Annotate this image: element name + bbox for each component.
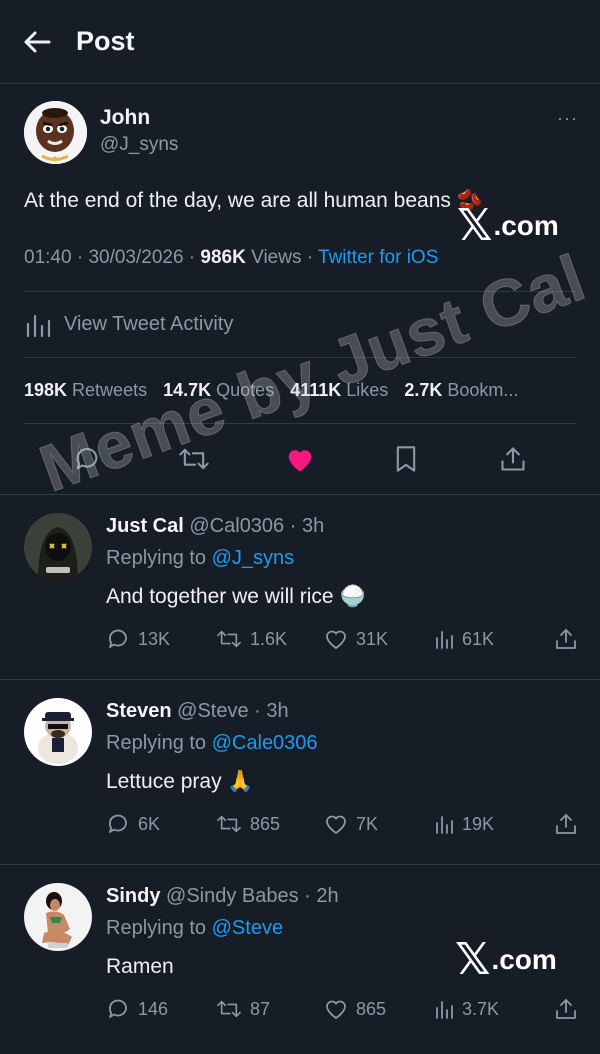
avatar[interactable]	[24, 698, 92, 766]
retweet-icon	[217, 815, 241, 833]
x-logo-icon: 𝕏	[457, 200, 493, 251]
avatar[interactable]	[24, 513, 92, 581]
comment-icon	[109, 999, 127, 1018]
replying-to: Replying to @Cale0306	[106, 732, 318, 754]
like-button[interactable]	[280, 439, 320, 479]
heart-filled-icon	[288, 450, 312, 472]
reply-button[interactable]: 146	[106, 997, 216, 1021]
reply-author-name[interactable]: Sindy	[106, 885, 160, 907]
bar-chart-icon	[436, 631, 453, 649]
reply-action-bar: 146 87 865 3.7K	[106, 997, 578, 1021]
reply-time: 2h	[316, 885, 339, 907]
reply-button[interactable]	[67, 439, 107, 479]
reply-time: 3h	[266, 700, 289, 722]
share-icon	[556, 999, 576, 1019]
share-icon	[501, 447, 525, 471]
replying-to: Replying to @J_syns	[106, 547, 295, 569]
views-count: 986K	[200, 247, 246, 268]
hooded-figure-avatar-icon	[24, 513, 92, 581]
post-action-bar	[24, 424, 576, 494]
comment-icon	[109, 629, 127, 648]
cartoon-bear-avatar-icon	[24, 698, 92, 766]
view-activity-button[interactable]: View Tweet Activity	[24, 292, 576, 358]
reply-text: Lettuce pray 🙏	[106, 770, 254, 793]
share-button[interactable]	[554, 627, 578, 651]
like-button[interactable]: 31K	[324, 628, 434, 650]
share-icon	[556, 814, 576, 834]
retweet-button[interactable]: 865	[216, 813, 324, 835]
share-icon	[556, 629, 576, 649]
comment-icon	[76, 448, 98, 470]
x-logo-icon: 𝕏	[455, 934, 491, 985]
heart-icon	[326, 630, 346, 650]
avatar[interactable]	[24, 100, 87, 164]
heart-icon	[326, 815, 346, 835]
share-button[interactable]	[554, 812, 578, 836]
like-button[interactable]: 7K	[324, 813, 434, 835]
main-post: John @J_syns ··· 𝕏 .com At the end of th…	[0, 84, 600, 494]
back-button[interactable]	[22, 27, 52, 57]
top-bar: Post	[0, 0, 600, 84]
views-button[interactable]: 19K	[434, 814, 552, 835]
reply-author-handle[interactable]: @Sindy Babes	[166, 885, 299, 907]
heart-icon	[326, 1000, 346, 1020]
bar-chart-icon	[436, 816, 453, 834]
stats-row: 198K Retweets 14.7K Quotes 4111K Likes 2…	[24, 358, 576, 424]
retweet-button[interactable]	[174, 439, 214, 479]
post-time: 01:40	[24, 247, 72, 268]
replying-to-link[interactable]: @J_syns	[212, 547, 295, 569]
reply-author-handle[interactable]: @Steve	[177, 700, 248, 722]
comment-icon	[109, 814, 127, 833]
client-link[interactable]: Twitter for iOS	[318, 247, 438, 268]
activity-label: View Tweet Activity	[64, 313, 234, 335]
bookmark-button[interactable]	[386, 439, 426, 479]
retweets-stat[interactable]: 198K Retweets	[24, 380, 147, 401]
reply-action-bar: 13K 1.6K 31K 61K	[106, 627, 578, 651]
x-com-logo: 𝕏 .com	[457, 204, 559, 248]
reply-item[interactable]: Just Cal @Cal0306 · 3h Replying to @J_sy…	[0, 495, 600, 680]
author-name[interactable]: John	[100, 105, 178, 131]
retweet-button[interactable]: 1.6K	[216, 628, 324, 650]
bookmark-icon	[397, 446, 416, 472]
likes-stat[interactable]: 4111K Likes	[290, 380, 388, 401]
reply-author-name[interactable]: Steven	[106, 700, 172, 722]
x-com-logo: 𝕏 .com	[455, 938, 557, 982]
reply-author-handle[interactable]: @Cal0306	[189, 515, 284, 537]
views-button[interactable]: 61K	[434, 629, 552, 650]
bar-chart-icon	[436, 1001, 453, 1019]
reply-button[interactable]: 13K	[106, 627, 216, 651]
retweet-button[interactable]: 87	[216, 998, 324, 1020]
views-label: Views	[251, 247, 302, 268]
author-handle[interactable]: @J_syns	[100, 131, 178, 159]
person-photo-avatar-icon	[24, 883, 92, 951]
like-button[interactable]: 865	[324, 998, 434, 1020]
share-button[interactable]	[493, 439, 533, 479]
post-meta: 01:40 · 30/03/2026 · 986K Views · Twitte…	[24, 244, 576, 292]
retweet-icon	[217, 630, 241, 648]
more-options-icon[interactable]: ···	[557, 108, 578, 129]
dotcom-text: .com	[493, 210, 559, 241]
reply-item[interactable]: Steven @Steve · 3h Replying to @Cale0306…	[0, 680, 600, 865]
share-button[interactable]	[554, 997, 578, 1021]
quotes-stat[interactable]: 14.7K Quotes	[163, 380, 274, 401]
bookmarks-stat[interactable]: 2.7K Bookm...	[404, 380, 518, 401]
dotcom-text: .com	[491, 944, 557, 975]
reply-button[interactable]: 6K	[106, 812, 216, 836]
reply-time: 3h	[301, 515, 325, 537]
reply-action-bar: 6K 865 7K 19K	[106, 812, 578, 836]
reply-author-name[interactable]: Just Cal	[106, 515, 184, 537]
views-button[interactable]: 3.7K	[434, 999, 552, 1020]
replying-to-link[interactable]: @Cale0306	[212, 732, 318, 754]
page-title: Post	[76, 26, 135, 56]
cartoon-avatar-icon	[24, 100, 87, 164]
reply-text: And together we will rice 🍚	[106, 585, 366, 608]
retweet-icon	[217, 1000, 241, 1018]
retweet-icon	[178, 448, 209, 470]
arrow-left-icon	[24, 31, 51, 52]
avatar[interactable]	[24, 883, 92, 951]
post-date: 30/03/2026	[88, 247, 184, 268]
replying-to-link[interactable]: @Steve	[212, 917, 283, 939]
bar-chart-icon	[26, 314, 51, 337]
